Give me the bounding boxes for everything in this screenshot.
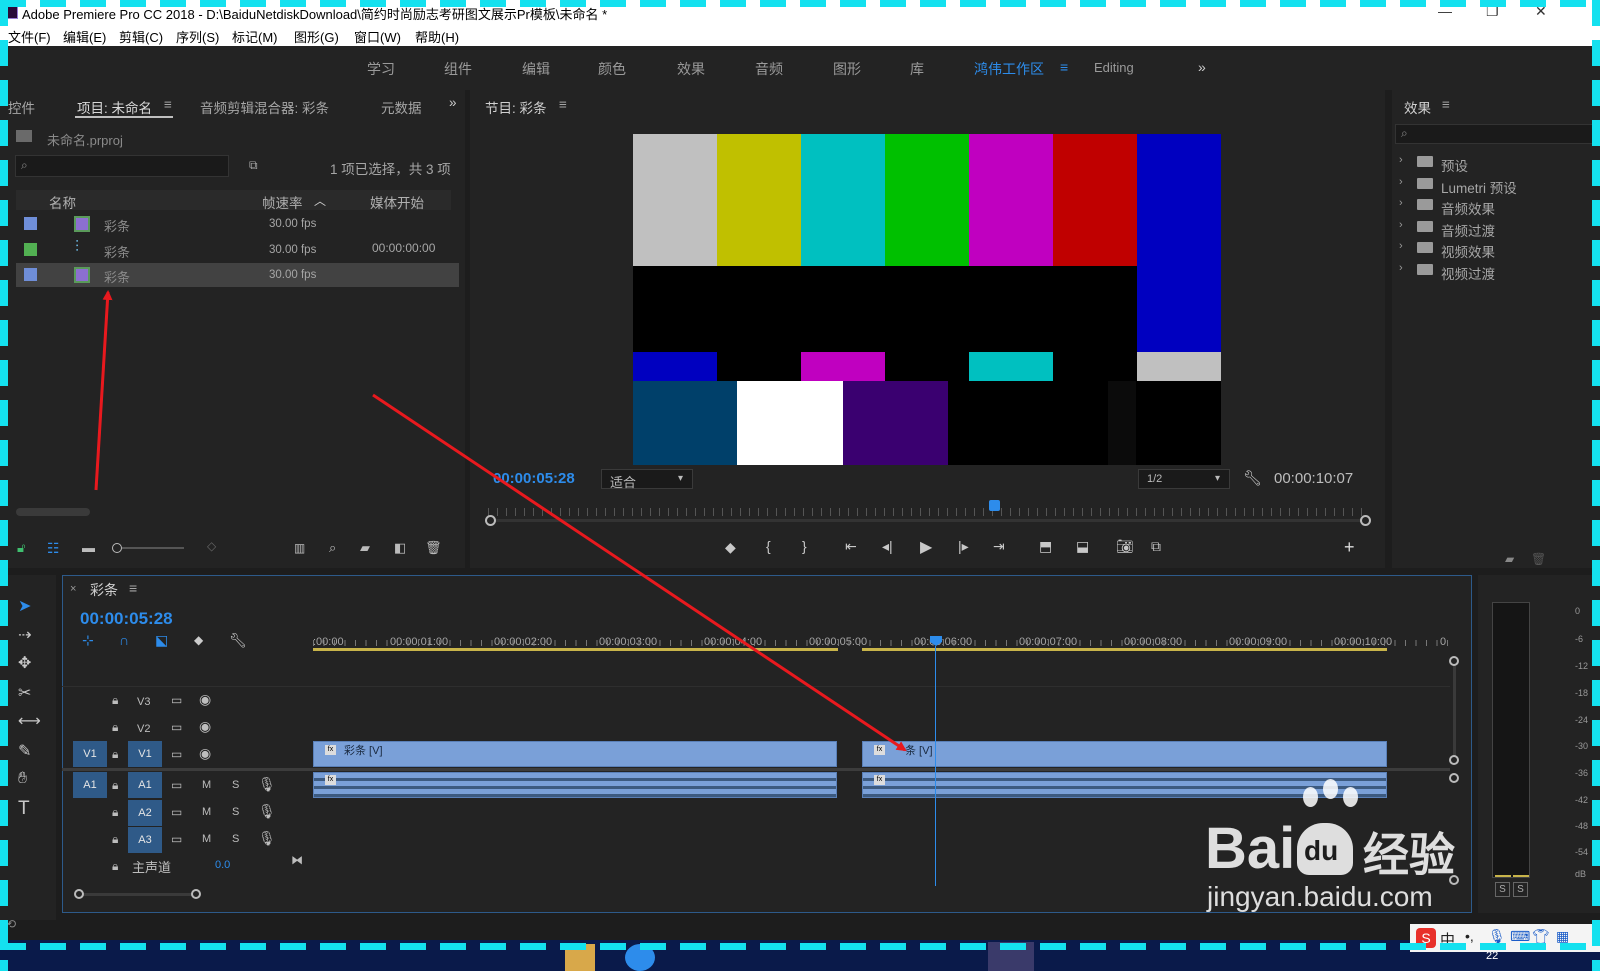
frame-top <box>0 0 1600 7</box>
annotation-arrow-up <box>94 290 113 491</box>
frame-bottom <box>0 943 1600 950</box>
annotation-arrow-diagonal <box>372 393 907 752</box>
frame-left <box>0 0 8 971</box>
annotation-arrows <box>94 290 907 752</box>
frame-right <box>1592 0 1600 971</box>
